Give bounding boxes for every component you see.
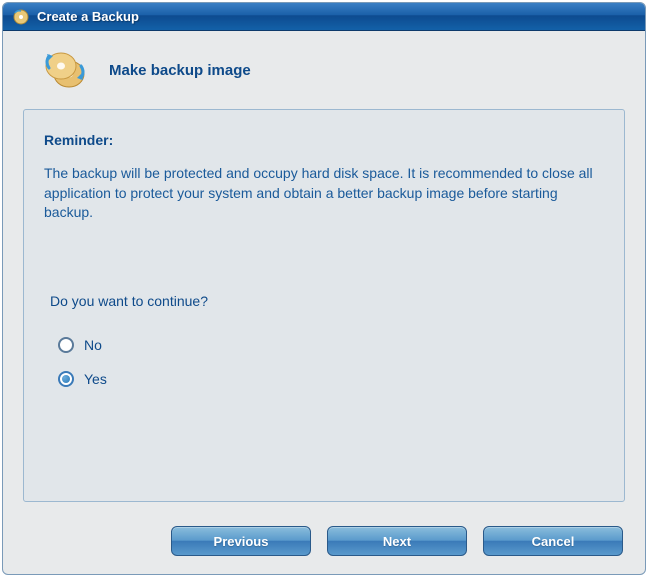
continue-prompt: Do you want to continue?	[50, 293, 604, 309]
backup-wizard-dialog: Create a Backup Make backup image Remind…	[2, 2, 646, 575]
cancel-button[interactable]: Cancel	[483, 526, 623, 556]
previous-button[interactable]: Previous	[171, 526, 311, 556]
next-button[interactable]: Next	[327, 526, 467, 556]
radio-circle-no	[58, 337, 74, 353]
radio-option-yes[interactable]: Yes	[58, 371, 604, 387]
radio-circle-yes	[58, 371, 74, 387]
button-bar: Previous Next Cancel	[3, 520, 645, 574]
header-section: Make backup image	[3, 31, 645, 109]
page-heading: Make backup image	[109, 62, 251, 79]
continue-radio-group: No Yes	[58, 337, 604, 387]
reminder-text: The backup will be protected and occupy …	[44, 164, 604, 223]
titlebar: Create a Backup	[3, 3, 645, 31]
backup-discs-icon	[41, 49, 91, 91]
reminder-label: Reminder:	[44, 132, 604, 148]
radio-option-no[interactable]: No	[58, 337, 604, 353]
app-icon	[11, 7, 31, 27]
radio-label-no: No	[84, 337, 102, 353]
titlebar-text: Create a Backup	[37, 9, 139, 24]
content-panel: Reminder: The backup will be protected a…	[23, 109, 625, 502]
radio-label-yes: Yes	[84, 371, 107, 387]
